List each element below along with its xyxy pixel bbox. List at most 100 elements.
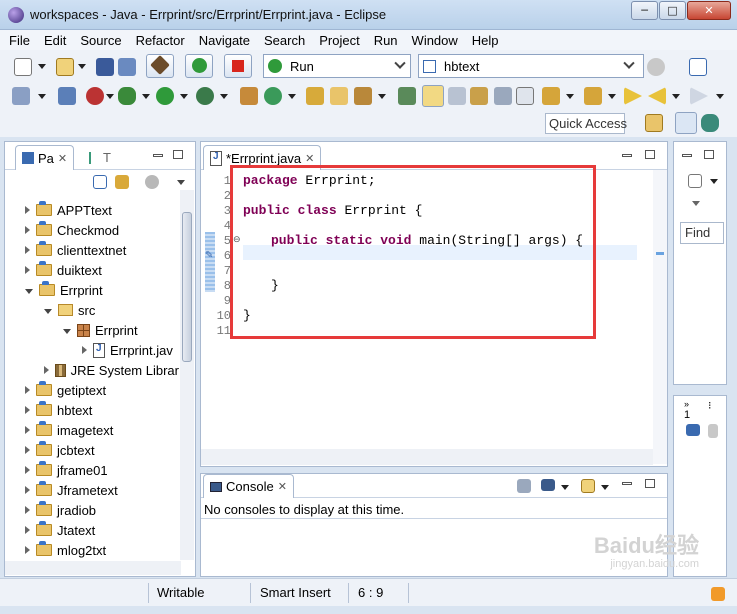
java-perspective-icon[interactable]	[675, 112, 697, 134]
tree-item[interactable]: mlog2txt	[5, 540, 179, 560]
pin-console-icon[interactable]	[517, 479, 531, 493]
maximize-panel-button[interactable]	[645, 479, 655, 488]
task-badge[interactable]: » 1	[684, 399, 690, 421]
tree-item[interactable]: Jframetext	[5, 480, 179, 500]
launch-target-combo[interactable]: hbtext	[418, 54, 644, 78]
gear-icon[interactable]	[647, 58, 665, 76]
new-class-icon[interactable]	[240, 87, 258, 105]
chevron-down-icon[interactable]	[78, 64, 86, 69]
chevron-down-icon[interactable]	[288, 94, 296, 99]
expand-open-icon[interactable]	[25, 288, 33, 294]
tree-item[interactable]: jframe01	[5, 460, 179, 480]
next-annotation-icon[interactable]	[542, 87, 560, 105]
quick-access-input[interactable]: Quick Access	[545, 113, 627, 134]
expand-closed-icon[interactable]	[25, 486, 30, 494]
display-icon[interactable]	[689, 58, 707, 76]
menu-navigate[interactable]: Navigate	[199, 33, 250, 48]
close-icon[interactable]: ✕	[305, 152, 314, 165]
tree-item[interactable]: duiktext	[5, 260, 179, 280]
expand-closed-icon[interactable]	[25, 386, 30, 394]
collapse-all-icon[interactable]	[93, 175, 107, 189]
expand-closed-icon[interactable]	[25, 406, 30, 414]
tree-item[interactable]: APPTtext	[5, 200, 179, 220]
open-type-icon[interactable]	[306, 87, 324, 105]
chevron-down-icon[interactable]	[716, 94, 724, 99]
expand-closed-icon[interactable]	[25, 466, 30, 474]
close-icon[interactable]: ✕	[278, 480, 287, 493]
debug-icon[interactable]	[86, 87, 104, 105]
maximize-panel-button[interactable]	[645, 150, 655, 159]
expand-open-icon[interactable]	[44, 308, 52, 314]
whitespace-icon[interactable]	[470, 87, 488, 105]
expand-closed-icon[interactable]	[25, 426, 30, 434]
chevron-down-icon[interactable]	[692, 201, 700, 206]
tree-item[interactable]: JRE System Librar	[5, 360, 179, 380]
new-console-icon[interactable]	[581, 479, 595, 493]
run-icon[interactable]	[156, 87, 174, 105]
expand-closed-icon[interactable]	[25, 526, 30, 534]
restore-icon[interactable]: ⁝	[708, 399, 712, 412]
tree-item[interactable]: src	[5, 300, 179, 320]
debug-perspective-icon[interactable]	[701, 114, 719, 132]
tree-item[interactable]: imagetext	[5, 420, 179, 440]
expand-open-icon[interactable]	[63, 328, 71, 334]
open-folder-icon[interactable]	[330, 87, 348, 105]
build-button[interactable]	[146, 54, 174, 78]
chevron-down-icon[interactable]	[710, 179, 718, 184]
expand-closed-icon[interactable]	[25, 226, 30, 234]
chevron-down-icon[interactable]	[38, 94, 46, 99]
chevron-down-icon[interactable]	[566, 94, 574, 99]
paragraph-icon[interactable]	[516, 87, 534, 105]
expand-closed-icon[interactable]	[82, 346, 87, 354]
tree-vertical-scrollbar[interactable]	[180, 190, 194, 560]
new-package-icon[interactable]	[56, 58, 74, 76]
minimize-panel-button[interactable]	[622, 482, 632, 485]
close-icon[interactable]: ✕	[58, 152, 67, 165]
tree-item[interactable]: Errprint	[5, 320, 179, 340]
new-icon[interactable]	[14, 58, 32, 76]
task-icon[interactable]	[708, 424, 718, 438]
tree-horizontal-scrollbar[interactable]	[5, 561, 181, 575]
quickfix-icon[interactable]: ✎	[205, 250, 215, 261]
minimize-panel-button[interactable]	[622, 154, 632, 157]
maximize-panel-button[interactable]	[173, 150, 183, 159]
expand-closed-icon[interactable]	[25, 266, 30, 274]
bug-icon[interactable]	[118, 87, 136, 105]
tree-item[interactable]: Errprint.jav	[5, 340, 179, 360]
editor-horizontal-scrollbar[interactable]	[201, 449, 653, 465]
new-task-icon[interactable]	[688, 174, 702, 188]
run-button[interactable]	[185, 54, 213, 78]
scrollbar-thumb[interactable]	[182, 212, 192, 362]
menu-window[interactable]: Window	[412, 33, 458, 48]
expand-closed-icon[interactable]	[25, 506, 30, 514]
menu-refactor[interactable]: Refactor	[136, 33, 185, 48]
menu-search[interactable]: Search	[264, 33, 305, 48]
rss-icon[interactable]	[711, 587, 725, 601]
prev-annotation-icon[interactable]	[584, 87, 602, 105]
tab-console[interactable]: Console ✕	[203, 474, 294, 498]
chevron-down-icon[interactable]	[601, 485, 609, 490]
maximize-button[interactable]: □	[659, 1, 686, 20]
new-java-icon[interactable]	[264, 87, 282, 105]
block-selection-icon[interactable]	[448, 87, 466, 105]
minimize-button[interactable]: ─	[631, 1, 658, 20]
minimize-panel-button[interactable]	[682, 154, 692, 157]
chevron-down-icon[interactable]	[142, 94, 150, 99]
chevron-down-icon[interactable]	[378, 94, 386, 99]
chevron-down-icon[interactable]	[38, 64, 46, 69]
skip-breakpoints-icon[interactable]	[58, 87, 76, 105]
focus-icon[interactable]	[145, 175, 159, 189]
chevron-down-icon[interactable]	[672, 94, 680, 99]
mark-occurrences-icon[interactable]	[422, 85, 444, 107]
annotation-icon[interactable]	[398, 87, 416, 105]
search-icon[interactable]	[354, 87, 372, 105]
expand-closed-icon[interactable]	[25, 446, 30, 454]
chevron-down-icon[interactable]	[608, 94, 616, 99]
menu-project[interactable]: Project	[319, 33, 359, 48]
expand-closed-icon[interactable]	[25, 246, 30, 254]
maximize-panel-button[interactable]	[704, 150, 714, 159]
overview-marker[interactable]	[656, 252, 664, 255]
tree-item[interactable]: Checkmod	[5, 220, 179, 240]
chevron-down-icon[interactable]	[106, 94, 114, 99]
menu-help[interactable]: Help	[472, 33, 499, 48]
